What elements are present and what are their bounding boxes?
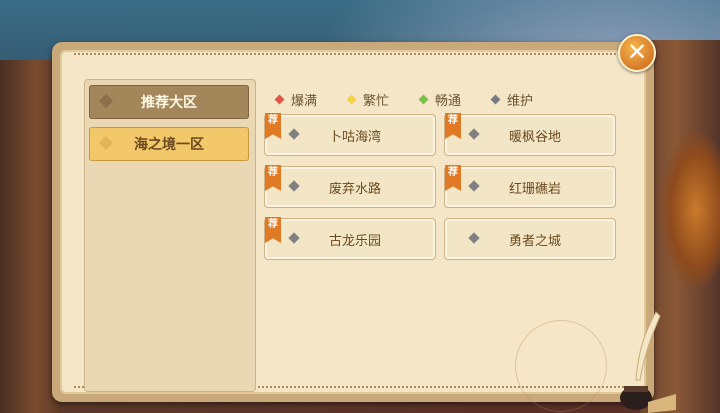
region-tab-recommended[interactable]: 推荐大区 — [89, 85, 249, 119]
panel-border-top — [74, 53, 632, 58]
server-name: 废弃水路 — [328, 182, 381, 197]
server-button[interactable]: 荐 卜咕海湾 — [264, 113, 436, 156]
close-icon: ✕ — [626, 38, 648, 66]
region-tab-label: 海之境一区 — [134, 137, 204, 153]
server-button[interactable]: 荐 暖枫谷地 — [444, 113, 616, 156]
server-name: 红珊礁岩 — [508, 182, 561, 197]
status-legend: 爆满 繁忙 畅通 维护 — [274, 89, 562, 109]
legend-maintenance: 维护 — [490, 89, 533, 109]
server-name: 勇者之城 — [508, 234, 561, 249]
legend-label: 繁忙 — [363, 93, 390, 109]
legend-smooth: 畅通 — [418, 89, 461, 109]
server-button[interactable]: 勇者之城 — [444, 218, 616, 260]
status-smooth-icon — [418, 94, 429, 104]
legend-label: 爆满 — [291, 93, 318, 109]
legend-busy: 繁忙 — [346, 89, 389, 109]
region-sidebar: 推荐大区 海之境一区 — [84, 79, 256, 392]
region-tab-label: 推荐大区 — [141, 95, 197, 111]
server-name: 古龙乐园 — [328, 234, 381, 249]
legend-label: 维护 — [507, 93, 534, 109]
background-tree — [660, 130, 720, 290]
region-tab-sea-realm-1[interactable]: 海之境一区 — [89, 127, 249, 161]
status-busy-icon — [346, 94, 357, 104]
quill-ink-icon — [620, 311, 676, 413]
status-maintenance-icon — [490, 94, 501, 104]
background-cliff-left — [0, 60, 60, 413]
legend-label: 畅通 — [435, 93, 462, 109]
server-button[interactable]: 荐 废弃水路 — [264, 165, 436, 208]
server-name: 暖枫谷地 — [508, 130, 561, 145]
legend-full: 爆满 — [274, 89, 317, 109]
status-full-icon — [274, 94, 285, 104]
server-button[interactable]: 荐 古龙乐园 — [264, 217, 436, 260]
server-button[interactable]: 荐 红珊礁岩 — [444, 165, 616, 208]
diamond-icon — [98, 135, 114, 151]
compass-decoration — [515, 320, 607, 412]
close-button[interactable]: ✕ — [618, 34, 656, 72]
diamond-icon — [98, 93, 114, 109]
server-name: 卜咕海湾 — [328, 130, 381, 145]
